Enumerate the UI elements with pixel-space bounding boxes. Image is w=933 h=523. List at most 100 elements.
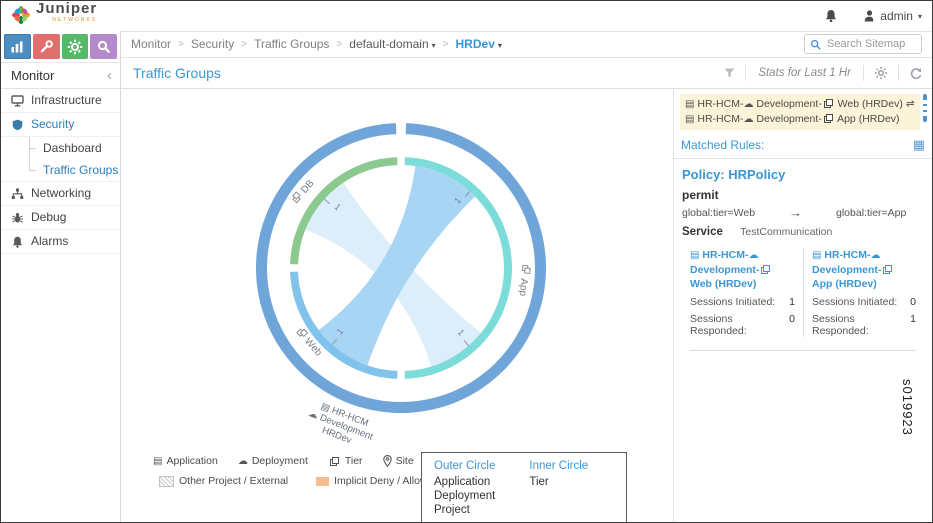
deployment-icon: ☁ xyxy=(238,456,248,467)
monitor-workspace-button[interactable] xyxy=(4,34,31,59)
tier-icon xyxy=(824,99,833,108)
deployment-icon: ☁ xyxy=(870,250,880,261)
sidebar-item-debug[interactable]: Debug xyxy=(1,206,120,230)
app-sessions-responded: 1 xyxy=(910,313,916,337)
gear-icon xyxy=(67,39,83,55)
sidebar: Monitor ‹ Infrastructure Security Dashbo… xyxy=(1,31,121,522)
legend-other-project: Other Project / External xyxy=(159,475,288,487)
endpoint-app-column: ▤ HR-HCM-☁ Development- App (HRDev) Sess… xyxy=(803,248,924,337)
legend-application: ▤ Application xyxy=(153,455,218,467)
selected-flow-box: ▤ HR-HCM-☁ Development- Web (HRDev)⇌ ▤ H… xyxy=(680,94,920,130)
entity-type-legend: ▤ Application ☁ Deployment Tier Site xyxy=(153,455,414,467)
flow-endpoint-app[interactable]: ▤ HR-HCM-☁ Development- App (HRDev) xyxy=(685,112,915,127)
endpoint-web-column: ▤ HR-HCM-☁ Development- Web (HRDev) Sess… xyxy=(682,248,803,337)
details-panel: ▤ HR-HCM-☁ Development- Web (HRDev)⇌ ▤ H… xyxy=(673,89,932,522)
configure-workspace-button[interactable] xyxy=(62,34,89,59)
notifications-bell-icon[interactable] xyxy=(824,9,838,23)
policy-details: Policy: HRPolicy permit global:tier=Web … xyxy=(674,159,932,351)
policy-source: global:tier=Web xyxy=(682,207,755,219)
search-icon xyxy=(810,39,821,50)
endpoint-app-link[interactable]: ▤ HR-HCM-☁ Development- App (HRDev) xyxy=(812,248,916,291)
sidebar-item-infrastructure[interactable]: Infrastructure xyxy=(1,89,120,113)
user-name: admin xyxy=(880,9,913,23)
entity-selector[interactable]: HRDev▾ xyxy=(456,37,502,51)
endpoint-web-link[interactable]: ▤ HR-HCM-☁ Development- Web (HRDev) xyxy=(690,248,795,291)
app-window: Juniper NETWORKS admin ▾ xyxy=(0,0,933,523)
page-title: Traffic Groups xyxy=(133,65,221,81)
bell-icon xyxy=(11,236,24,248)
bug-icon xyxy=(11,212,24,224)
tier-label-app: App xyxy=(517,265,531,297)
outer-circle-legend: Outer Circle Application Deployment Proj… xyxy=(434,460,495,519)
shield-icon xyxy=(11,119,24,131)
sitemap-search-input[interactable] xyxy=(825,37,909,51)
traffic-chord-diagram[interactable]: 1111AppWebDB▤ HR-HCM☁ DevelopmentHRDev xyxy=(121,89,673,449)
web-sessions-responded: 0 xyxy=(789,313,795,337)
sidebar-item-security[interactable]: Security xyxy=(1,113,120,137)
breadcrumb-security[interactable]: Security xyxy=(191,37,234,51)
inner-circle-legend: Inner Circle Tier xyxy=(529,460,588,519)
service-value: TestCommunication xyxy=(740,226,832,238)
application-icon: ▤ xyxy=(153,456,162,467)
svg-text:App: App xyxy=(517,278,530,297)
sidebar-item-traffic-groups[interactable]: Traffic Groups xyxy=(1,159,120,181)
hatch-swatch xyxy=(159,476,174,487)
swatch-legend: Other Project / External Implicit Deny /… xyxy=(159,475,428,487)
sitemap-search[interactable] xyxy=(804,34,922,54)
policy-action: permit xyxy=(682,188,924,202)
service-label: Service xyxy=(682,226,723,238)
swap-direction-icon[interactable]: ⇌ xyxy=(906,98,915,110)
policy-title-link[interactable]: Policy: HRPolicy xyxy=(682,167,924,182)
flow-endpoint-web[interactable]: ▤ HR-HCM-☁ Development- Web (HRDev)⇌ xyxy=(685,97,915,112)
sidebar-collapse-icon[interactable]: ‹ xyxy=(107,63,112,88)
application-icon: ▤ xyxy=(812,250,821,261)
top-header: Juniper NETWORKS admin ▾ xyxy=(1,1,932,32)
legend-tier: Tier xyxy=(328,455,363,467)
breadcrumb: Monitor > Security > Traffic Groups > de… xyxy=(121,31,932,58)
legend-site: Site xyxy=(383,455,414,467)
wrench-icon xyxy=(39,39,54,54)
flow-actions-kebab-button[interactable] xyxy=(923,94,927,122)
refresh-icon[interactable] xyxy=(909,67,922,80)
network-tree-icon xyxy=(11,188,24,200)
sidebar-item-networking[interactable]: Networking xyxy=(1,182,120,206)
domain-caret-icon: ▾ xyxy=(432,41,436,50)
filter-icon[interactable] xyxy=(724,68,735,78)
tier-icon xyxy=(883,265,892,274)
orange-swatch xyxy=(316,477,329,486)
settings-gear-icon[interactable] xyxy=(874,66,888,80)
sidebar-item-alarms[interactable]: Alarms xyxy=(1,230,120,254)
content-toolbar: Traffic Groups Stats for Last 1 Hr xyxy=(121,58,932,89)
application-icon: ▤ xyxy=(690,250,699,261)
figure-id-watermark: s019923 xyxy=(900,379,915,436)
deployment-icon: ☁ xyxy=(743,99,753,110)
tier-icon xyxy=(761,265,770,274)
sidebar-title: Monitor ‹ xyxy=(1,63,120,89)
breadcrumb-monitor[interactable]: Monitor xyxy=(131,37,171,51)
devices-workspace-button[interactable] xyxy=(33,34,60,59)
tier-icon xyxy=(824,114,833,123)
matched-rules-link[interactable]: Matched Rules: xyxy=(681,138,764,152)
user-menu[interactable]: admin ▾ xyxy=(864,9,922,23)
user-caret-icon: ▾ xyxy=(918,12,922,21)
search-icon xyxy=(96,39,111,54)
tier-icon xyxy=(330,457,339,466)
workspace-switcher xyxy=(1,31,120,63)
main-content: 1111AppWebDB▤ HR-HCM☁ DevelopmentHRDev ▤… xyxy=(121,89,673,522)
security-subtree: Dashboard Traffic Groups xyxy=(1,137,120,182)
breadcrumb-traffic-groups[interactable]: Traffic Groups xyxy=(254,37,329,51)
legend-deployment: ☁ Deployment xyxy=(238,455,308,467)
arrow-right-icon: → xyxy=(755,205,836,220)
deployment-icon: ☁ xyxy=(748,250,758,261)
stats-period-label: Stats for Last 1 Hr xyxy=(756,67,853,79)
application-icon: ▤ xyxy=(685,99,694,110)
entity-caret-icon: ▾ xyxy=(498,41,502,50)
reports-workspace-button[interactable] xyxy=(90,34,117,59)
site-pin-icon xyxy=(383,455,392,467)
app-sessions-initiated: 0 xyxy=(910,296,916,308)
web-sessions-initiated: 1 xyxy=(789,296,795,308)
grid-view-icon[interactable]: ▦ xyxy=(913,139,925,151)
application-icon: ▤ xyxy=(685,114,694,125)
domain-selector[interactable]: default-domain▾ xyxy=(349,37,435,51)
sidebar-item-dashboard[interactable]: Dashboard xyxy=(1,137,120,159)
